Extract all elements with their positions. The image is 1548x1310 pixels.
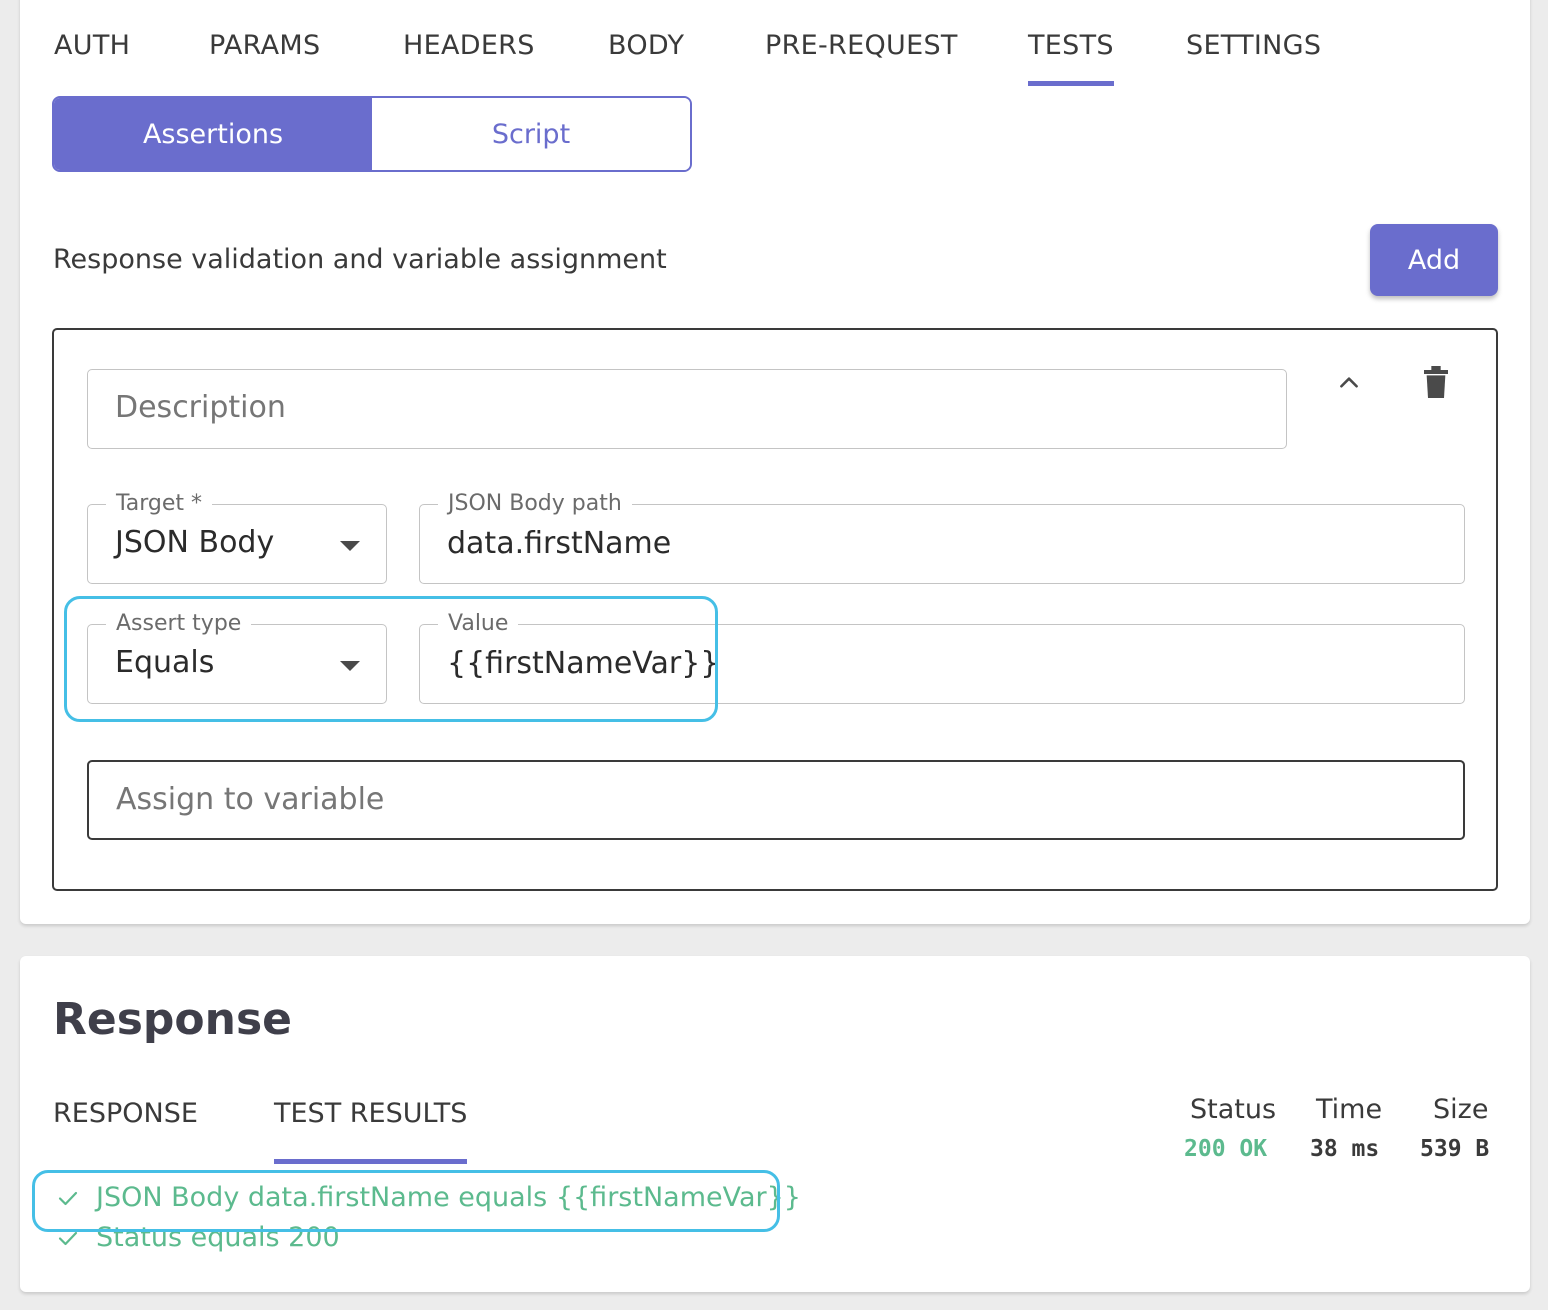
- value-value: {{firstNameVar}}: [447, 646, 720, 681]
- assert-type-value: Equals: [115, 645, 215, 680]
- status-value: 200 OK: [1184, 1136, 1268, 1162]
- size-value: 539 B: [1420, 1136, 1490, 1162]
- value-label: Value: [438, 611, 519, 637]
- tab-body[interactable]: BODY: [608, 30, 684, 86]
- assert-type-select[interactable]: Assert type Equals: [87, 611, 387, 704]
- trash-icon[interactable]: [1420, 364, 1452, 400]
- assign-to-variable-field[interactable]: Assign to variable: [87, 760, 1465, 840]
- target-select[interactable]: Target * JSON Body: [87, 491, 387, 584]
- time-label: Time: [1316, 1094, 1383, 1125]
- add-assertion-button[interactable]: Add: [1370, 224, 1498, 296]
- test-result-row: JSON Body data.firstName equals {{firstN…: [56, 1182, 801, 1213]
- script-mode-button[interactable]: Script: [372, 98, 690, 170]
- request-panel: AUTH PARAMS HEADERS BODY PRE-REQUEST TES…: [20, 0, 1530, 924]
- dropdown-caret-icon: [340, 661, 360, 671]
- test-result-row: Status equals 200: [56, 1222, 340, 1253]
- tab-headers[interactable]: HEADERS: [403, 30, 535, 86]
- test-result-text: JSON Body data.firstName equals {{firstN…: [96, 1182, 801, 1213]
- assert-type-label: Assert type: [106, 611, 252, 637]
- assertions-mode-button[interactable]: Assertions: [54, 98, 372, 170]
- check-icon: [58, 1231, 78, 1245]
- response-title: Response: [53, 994, 292, 1045]
- status-label: Status: [1190, 1094, 1277, 1125]
- tab-settings[interactable]: SETTINGS: [1186, 30, 1321, 86]
- assign-placeholder: Assign to variable: [116, 782, 385, 817]
- target-label: Target *: [106, 491, 213, 517]
- response-panel: Response RESPONSE TEST RESULTS Status 20…: [20, 956, 1530, 1292]
- json-body-path-label: JSON Body path: [438, 491, 632, 517]
- size-label: Size: [1433, 1094, 1489, 1125]
- tab-pre-request[interactable]: PRE-REQUEST: [765, 30, 958, 86]
- tab-params[interactable]: PARAMS: [209, 30, 320, 86]
- check-icon: [58, 1191, 78, 1205]
- tests-subtitle: Response validation and variable assignm…: [53, 244, 667, 275]
- description-field[interactable]: Description: [87, 369, 1287, 449]
- tab-response[interactable]: RESPONSE: [53, 1098, 198, 1164]
- dropdown-caret-icon: [340, 541, 360, 551]
- json-body-path-field[interactable]: JSON Body path data.firstName: [419, 491, 1465, 584]
- tab-auth[interactable]: AUTH: [54, 30, 130, 86]
- mode-toggle: Assertions Script: [52, 96, 692, 172]
- description-placeholder: Description: [115, 390, 286, 425]
- json-body-path-value: data.firstName: [447, 526, 672, 561]
- test-result-text: Status equals 200: [96, 1222, 340, 1253]
- time-value: 38 ms: [1310, 1136, 1380, 1162]
- tab-tests[interactable]: TESTS: [1028, 30, 1114, 86]
- tab-test-results[interactable]: TEST RESULTS: [274, 1098, 468, 1164]
- assertion-card: Description Target * JSON Body JSON Body…: [52, 328, 1498, 891]
- target-value: JSON Body: [115, 525, 275, 560]
- chevron-up-icon[interactable]: [1336, 370, 1362, 396]
- value-field[interactable]: Value {{firstNameVar}}: [419, 611, 1465, 704]
